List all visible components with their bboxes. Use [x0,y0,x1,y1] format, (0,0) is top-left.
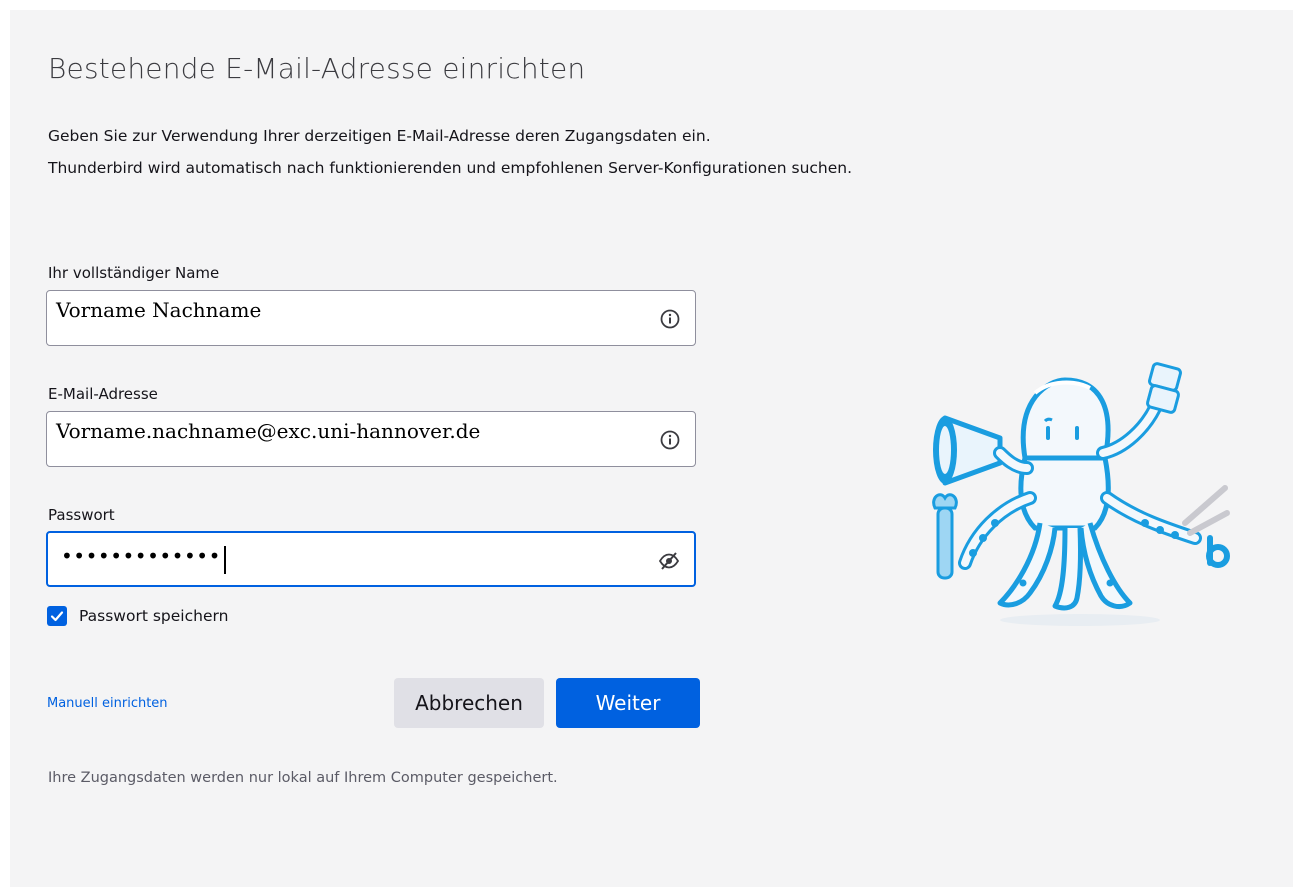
email-label: E-Mail-Adresse [48,385,158,403]
intro-line-2: Thunderbird wird automatisch nach funkti… [48,159,853,177]
continue-button[interactable]: Weiter [556,678,700,728]
password-value: ••••••••••••• [61,544,221,568]
password-field[interactable]: ••••••••••••• [46,531,696,587]
name-label: Ihr vollständiger Name [48,264,220,282]
name-value: Vorname Nachname [56,298,262,322]
name-field[interactable]: Vorname Nachname [46,290,696,346]
page-title: Bestehende E-Mail-Adresse einrichten [48,52,586,85]
eye-slash-icon[interactable] [658,550,680,572]
email-value: Vorname.nachname@exc.uni-hannover.de [56,419,481,443]
privacy-note: Ihre Zugangsdaten werden nur lokal auf I… [48,770,558,786]
info-icon[interactable] [659,429,681,451]
email-field[interactable]: Vorname.nachname@exc.uni-hannover.de [46,411,696,467]
checkmark-icon [50,611,64,622]
password-label: Passwort [48,506,115,524]
text-caret [224,546,226,574]
intro-text: Geben Sie zur Verwendung Ihrer derzeitig… [48,120,852,184]
remember-password-checkbox[interactable] [47,606,67,626]
octopus-mascot-illustration [932,362,1230,626]
remember-password-label: Passwort speichern [79,607,229,625]
remember-password-row[interactable]: Passwort speichern [47,606,228,626]
manual-setup-link[interactable]: Manuell einrichten [47,696,168,711]
cancel-button[interactable]: Abbrechen [394,678,544,728]
intro-line-1: Geben Sie zur Verwendung Ihrer derzeitig… [48,127,711,145]
info-icon[interactable] [659,308,681,330]
